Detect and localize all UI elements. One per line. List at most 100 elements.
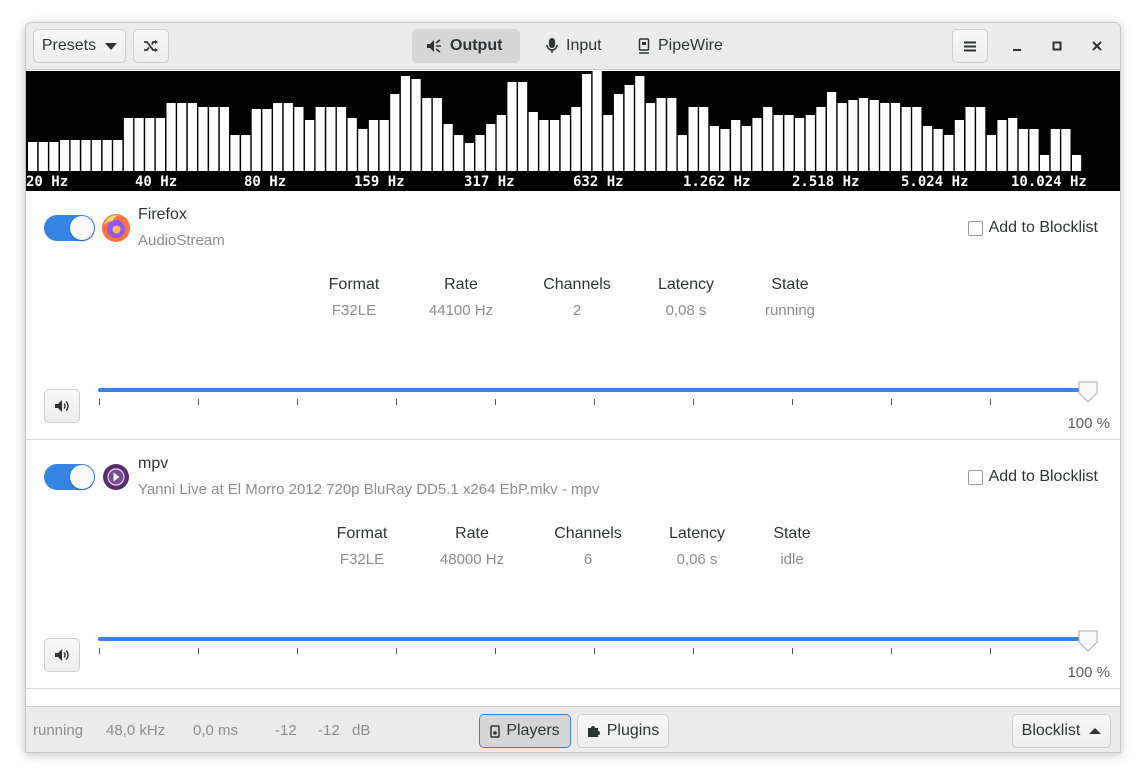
app-name: mpv: [138, 455, 169, 472]
spectrum-bar: [123, 118, 134, 171]
players-label: Players: [506, 722, 560, 739]
slider-tick: [594, 648, 595, 654]
freq-label: 80 Hz: [244, 174, 287, 190]
mute-button[interactable]: [44, 389, 80, 423]
volume-slider[interactable]: [98, 637, 1088, 641]
maximize-icon: [1052, 41, 1062, 51]
tab-pipewire[interactable]: PipeWire: [624, 29, 737, 63]
spectrum-bars: [28, 71, 1082, 171]
freq-label: 40 Hz: [135, 174, 178, 190]
slider-tick: [396, 399, 397, 405]
spectrum-bar: [784, 115, 794, 171]
checkbox-box[interactable]: [967, 220, 983, 236]
mute-button[interactable]: [44, 638, 80, 672]
info-label: Rate: [444, 276, 478, 293]
spectrum-bar: [145, 118, 155, 171]
spectrum-bar: [912, 107, 922, 171]
info-label: Rate: [455, 525, 489, 542]
spectrum-bar: [230, 135, 240, 171]
spectrum-bar: [667, 98, 677, 171]
spectrum-bar: [273, 103, 283, 171]
microphone-icon: [546, 38, 558, 54]
slider-tick: [594, 399, 595, 405]
spectrum-bar: [507, 82, 517, 171]
tab-input[interactable]: Input: [532, 29, 616, 63]
stream-row-firefox: Firefox AudioStream Add to Blocklist For…: [26, 191, 1120, 440]
spectrum-bar: [773, 115, 783, 171]
info-value: 2: [572, 302, 582, 319]
spectrum-bar: [390, 94, 400, 171]
players-button[interactable]: Players: [479, 714, 571, 748]
freq-label: 1.262 Hz: [683, 174, 751, 190]
spectrum-bar: [539, 120, 549, 171]
spectrum-bar: [645, 103, 656, 171]
info-value: running: [764, 302, 816, 319]
info-label: Format: [336, 525, 388, 542]
spectrum-bar: [102, 140, 112, 171]
plugins-button[interactable]: Plugins: [577, 714, 669, 748]
freq-label: 317 Hz: [464, 174, 515, 190]
slider-tick: [891, 399, 892, 405]
spectrum-bar: [443, 124, 453, 171]
switch-knob: [70, 216, 94, 240]
volume-slider[interactable]: [98, 388, 1088, 392]
spectrum-bar: [965, 107, 975, 171]
main-menu-button[interactable]: [952, 29, 988, 63]
stream-enable-switch[interactable]: [44, 464, 95, 490]
switch-knob: [70, 465, 94, 489]
spectrum-bar: [720, 129, 730, 171]
spectrum-bar: [837, 103, 847, 171]
spectrum-bar: [986, 135, 996, 171]
firefox-icon: [101, 213, 131, 243]
spectrum-bar: [336, 107, 347, 171]
spectrum-bar: [166, 103, 176, 171]
spectrum-bar: [901, 107, 911, 171]
info-rate: Rate 44100 Hz: [411, 276, 511, 319]
blocklist-label: Add to Blocklist: [988, 468, 1098, 485]
spectrum-bar: [496, 115, 506, 171]
spectrum-bar: [763, 107, 773, 171]
presets-button[interactable]: Presets: [33, 29, 126, 63]
checkbox-box[interactable]: [967, 469, 983, 485]
spectrum-bar: [922, 126, 933, 171]
spectrum-bar: [677, 135, 687, 171]
slider-tick: [297, 399, 298, 405]
minimize-button[interactable]: [1008, 37, 1026, 55]
tab-output[interactable]: Output: [412, 29, 520, 63]
spectrum-bar: [177, 103, 187, 171]
stream-enable-switch[interactable]: [44, 215, 95, 241]
add-to-blocklist-checkbox[interactable]: Add to Blocklist: [967, 468, 1098, 486]
spectrum-bar: [315, 107, 325, 171]
info-label: Latency: [668, 525, 726, 542]
spectrum-bar: [283, 103, 293, 171]
spectrum-bar: [624, 85, 634, 171]
minimize-icon: [1013, 49, 1021, 51]
add-to-blocklist-checkbox[interactable]: Add to Blocklist: [967, 219, 1098, 237]
info-value: 48000 Hz: [439, 551, 505, 568]
spectrum-bar: [976, 107, 986, 171]
slider-tick: [693, 648, 694, 654]
speaker-box-icon: [490, 724, 501, 738]
spectrum-bar: [709, 126, 719, 171]
info-value: 0,08 s: [665, 302, 707, 319]
spectrum-bar: [251, 109, 261, 171]
spectrum-bar: [1029, 129, 1039, 171]
slider-tick: [198, 648, 199, 654]
app-name: Firefox: [138, 206, 187, 223]
blocklist-button[interactable]: Blocklist: [1012, 714, 1111, 748]
status-bar: running 48,0 kHz 0,0 ms -12 -12 dB Playe…: [26, 706, 1120, 752]
volume-slider-handle[interactable]: [1077, 380, 1099, 404]
spectrum-bar: [858, 98, 869, 171]
spectrum-bar: [60, 140, 70, 171]
spectrum-bar: [326, 107, 336, 171]
shuffle-button[interactable]: [133, 29, 169, 63]
freq-label: 10.024 Hz: [1011, 174, 1087, 190]
volume-slider-handle[interactable]: [1077, 629, 1099, 653]
shuffle-icon: [144, 40, 158, 52]
maximize-button[interactable]: [1048, 37, 1066, 55]
media-name: Yanni Live at El Morro 2012 720p BluRay …: [138, 481, 600, 498]
spectrum-bar: [805, 115, 815, 171]
freq-label: 5.024 Hz: [901, 174, 969, 190]
spectrum-bar: [954, 120, 964, 171]
close-button[interactable]: [1088, 37, 1106, 55]
